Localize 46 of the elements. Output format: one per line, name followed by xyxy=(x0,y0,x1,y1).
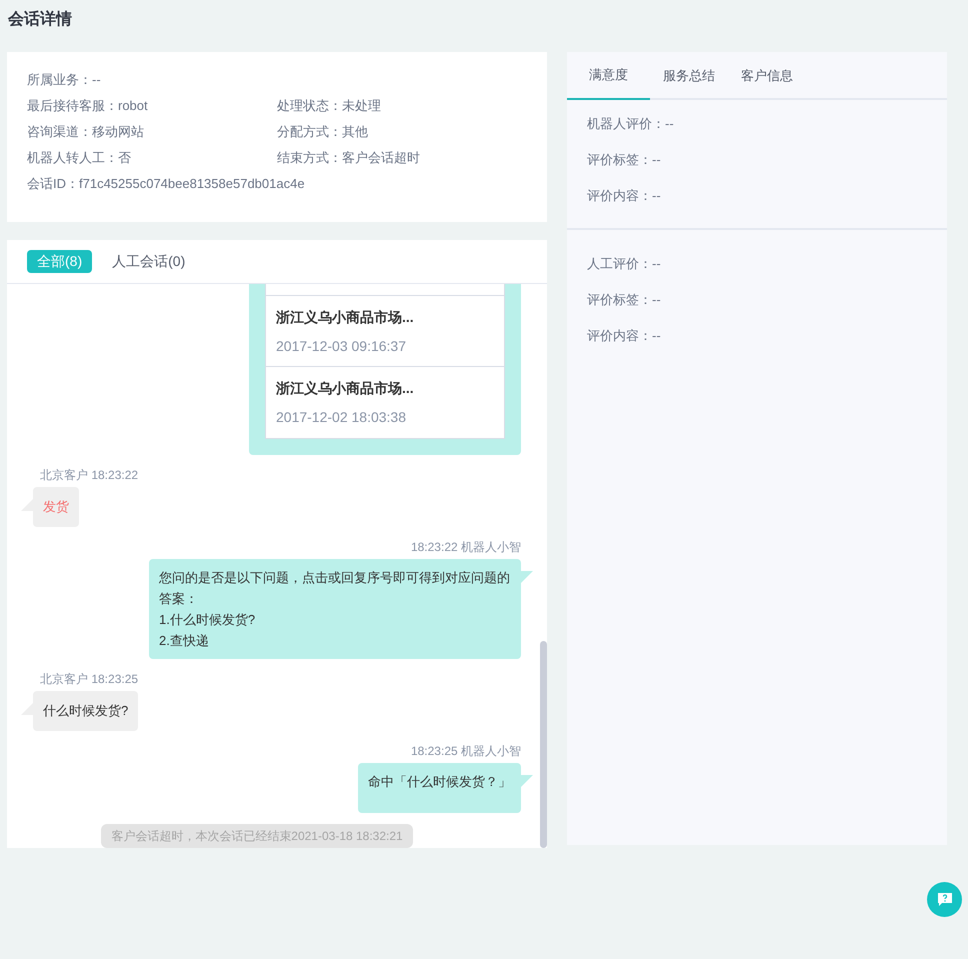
field-value: robot xyxy=(118,97,148,115)
field-value: 客户会话超时 xyxy=(342,149,420,167)
field-value: 移动网站 xyxy=(92,123,144,141)
rating-field: 人工评价：-- xyxy=(587,254,661,274)
product-title: 浙江义乌小商品市场... xyxy=(276,379,415,398)
bot-bubble: 命中「什么时候发货？」 xyxy=(358,763,521,813)
page-title: 会话详情 xyxy=(8,10,73,30)
field-value: f71c45255c074bee81358e57db01ac4e xyxy=(79,175,305,193)
rating-field: 评价标签：-- xyxy=(587,150,661,170)
field-label: 所属业务： xyxy=(27,71,92,89)
field-label: 分配方式： xyxy=(277,123,342,141)
message-meta: 北京客户 18:23:25 xyxy=(40,671,138,687)
side-tab[interactable]: 服务总结 xyxy=(650,52,728,100)
session-end-notice: 客户会话超时，本次会话已经结束2021-03-18 18:32:21 xyxy=(101,824,413,848)
rating-field: 评价标签：-- xyxy=(587,290,661,310)
field-value: -- xyxy=(92,71,101,89)
rating-field: 评价内容：-- xyxy=(587,326,661,346)
field-value: 未处理 xyxy=(342,97,381,115)
message-meta: 北京客户 18:23:22 xyxy=(40,467,138,483)
scrollbar-thumb[interactable] xyxy=(540,641,547,848)
side-tab[interactable]: 客户信息 xyxy=(728,52,806,100)
side-tab[interactable]: 满意度 xyxy=(567,52,650,100)
customer-bubble: 发货 xyxy=(33,487,79,527)
message-meta: 18:23:25 机器人小智 xyxy=(410,743,521,759)
field-label: 会话ID： xyxy=(27,175,79,193)
rating-field: 机器人评价：-- xyxy=(587,114,674,134)
help-chat-icon xyxy=(936,892,952,907)
product-time: 2017-12-03 09:16:37 xyxy=(276,337,407,356)
rating-field: 评价内容：-- xyxy=(587,186,661,206)
field-value: 其他 xyxy=(342,123,368,141)
field-label: 处理状态： xyxy=(277,97,342,115)
field-value: 否 xyxy=(118,149,131,167)
customer-bubble: 什么时候发货? xyxy=(33,691,138,731)
product-title: 浙江义乌小商品市场... xyxy=(276,308,415,327)
product-item[interactable]: 浙江义乌小商品市场... 2017-12-03 09:16:37 xyxy=(266,296,504,367)
bot-bubble: 您问的是否是以下问题，点击或回复序号即可得到对应问题的答案： 1.什么时候发货? 2.查快递 xyxy=(149,559,521,659)
product-item[interactable]: 浙江义乌小商品市场... 2017-12-02 18:03:38 xyxy=(266,367,504,438)
field-label: 结束方式： xyxy=(277,149,342,167)
field-label: 最后接待客服： xyxy=(27,97,118,115)
chat-tab[interactable]: 人工会话(0) xyxy=(102,250,196,273)
help-button[interactable] xyxy=(927,882,962,917)
product-time: 2017-12-02 18:03:38 xyxy=(276,408,407,427)
field-label: 机器人转人工： xyxy=(27,149,118,167)
field-label: 咨询渠道： xyxy=(27,123,92,141)
bubble-tail xyxy=(521,571,533,583)
message-meta: 18:23:22 机器人小智 xyxy=(410,539,521,555)
